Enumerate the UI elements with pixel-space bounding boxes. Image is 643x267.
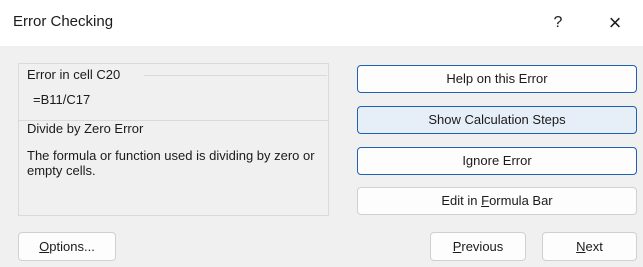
- show-calculation-steps-button[interactable]: Show Calculation Steps: [357, 106, 637, 134]
- options-label: Options...: [39, 233, 95, 260]
- error-checking-dialog: Error Checking ? × Error in cell C20 =B1…: [0, 0, 643, 267]
- label-part: Edit in: [441, 193, 482, 208]
- error-description: The formula or function used is dividing…: [27, 148, 315, 178]
- dialog-title: Error Checking: [13, 13, 114, 30]
- close-icon[interactable]: ×: [597, 9, 633, 37]
- options-button[interactable]: Options...: [18, 232, 116, 261]
- help-icon[interactable]: ?: [540, 11, 576, 35]
- mnemonic: O: [39, 239, 50, 254]
- next-button[interactable]: Next: [542, 232, 637, 261]
- error-formula: =B11/C17: [33, 92, 91, 107]
- mnemonic: F: [481, 193, 490, 208]
- error-type-label: Divide by Zero Error: [27, 121, 144, 136]
- mnemonic: N: [576, 239, 586, 254]
- ignore-error-button[interactable]: Ignore Error: [357, 147, 637, 175]
- previous-button[interactable]: Previous: [430, 232, 526, 261]
- label-part: ext: [585, 239, 603, 254]
- edit-in-formula-bar-label: Edit in Formula Bar: [441, 188, 552, 214]
- error-info-panel: Error in cell C20 =B11/C17 Divide by Zer…: [18, 63, 329, 216]
- label-part: revious: [461, 239, 504, 254]
- label-part: ormula Bar: [489, 193, 553, 208]
- previous-label: Previous: [453, 233, 504, 260]
- show-calculation-steps-label: Show Calculation Steps: [428, 112, 566, 127]
- edit-in-formula-bar-button[interactable]: Edit in Formula Bar: [357, 187, 637, 215]
- label-part: ptions...: [49, 239, 95, 254]
- error-cell-label: Error in cell C20: [27, 67, 121, 82]
- divider: [144, 75, 327, 76]
- ignore-error-label: Ignore Error: [462, 153, 532, 168]
- next-label: Next: [576, 233, 603, 260]
- help-on-this-error-label: Help on this Error: [446, 71, 548, 86]
- title-bar: Error Checking ? ×: [0, 0, 643, 46]
- help-on-this-error-button[interactable]: Help on this Error: [357, 65, 637, 93]
